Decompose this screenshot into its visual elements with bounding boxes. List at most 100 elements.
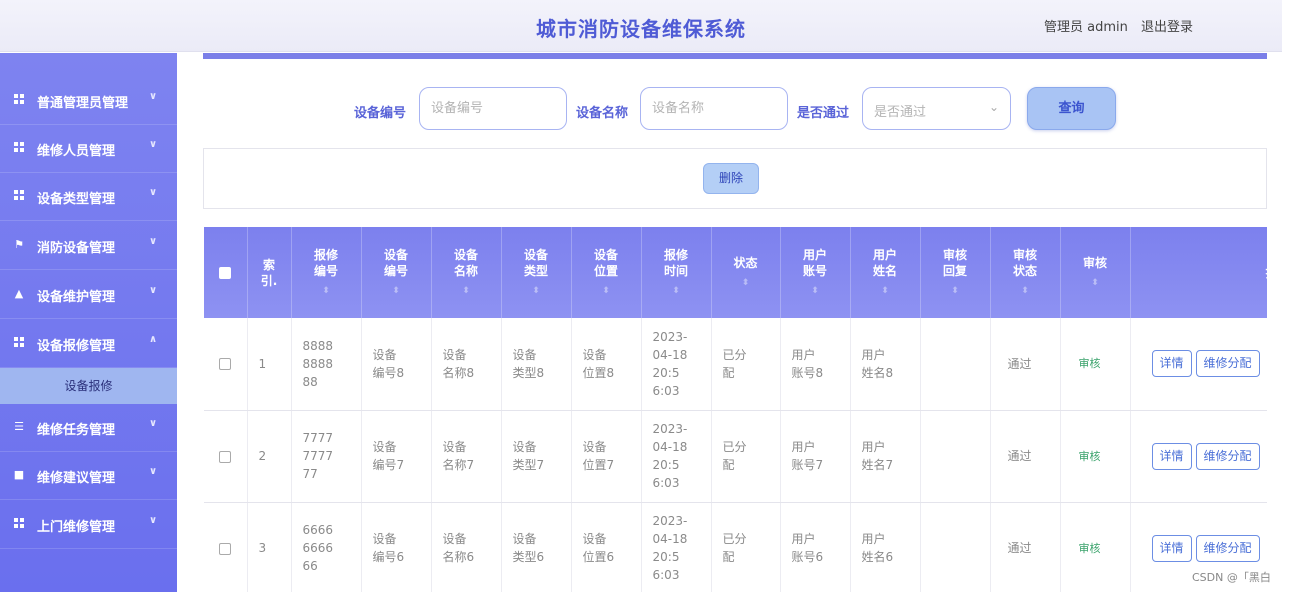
col-device-location[interactable]: 设备 位置 ⬍: [571, 227, 642, 318]
sort-icon[interactable]: ⬍: [921, 283, 990, 299]
sidebar-item-label: 设备类型管理: [37, 192, 116, 207]
logout-link[interactable]: 退出登录: [1141, 16, 1193, 35]
detail-button[interactable]: 详情: [1151, 534, 1192, 562]
col-report-no[interactable]: 报修 编号 ⬍: [291, 227, 362, 318]
col-audit-reply[interactable]: 审核 回复 ⬍: [920, 227, 991, 318]
chevron-down-icon: ∨: [149, 285, 158, 296]
detail-button[interactable]: 详情: [1151, 442, 1192, 470]
table-row: 3 6666 6666 66 设备 编号6 设备 名称6 设备 类型6 设备 位…: [204, 502, 1267, 592]
sort-icon[interactable]: ⬍: [432, 283, 501, 299]
cell-user-name: 用户 姓名8: [850, 318, 921, 411]
cell-audit-reply: [920, 410, 991, 503]
sort-icon[interactable]: ⬍: [851, 283, 920, 299]
sidebar-item-admin-management[interactable]: 普通管理员管理 ∨: [0, 77, 177, 125]
sidebar-item-repair-reports[interactable]: 设备报修管理 ∧: [0, 320, 177, 368]
select-all-header: [204, 227, 248, 318]
assign-repair-button[interactable]: 维修分配: [1195, 442, 1260, 470]
cell-index: 2: [247, 410, 292, 503]
device-no-input[interactable]: [419, 87, 567, 130]
delete-button[interactable]: 删除: [703, 163, 759, 194]
cell-operations: 详情 维修分配: [1130, 410, 1267, 503]
cell-user-account: 用户 账号6: [780, 502, 851, 592]
select-all-checkbox[interactable]: [219, 267, 232, 279]
detail-button[interactable]: 详情: [1151, 350, 1192, 378]
grid-icon: [13, 94, 25, 106]
table-row: 1 8888 8888 88 设备 编号8 设备 名称8 设备 类型8 设备 位…: [204, 318, 1267, 411]
sidebar-item-repair-suggestions[interactable]: ■ 维修建议管理 ∨: [0, 452, 177, 500]
row-checkbox[interactable]: [219, 358, 232, 371]
audit-link[interactable]: 审核: [1079, 357, 1101, 370]
sidebar-item-onsite-repair[interactable]: 上门维修管理 ∨: [0, 501, 177, 549]
app-header: 城市消防设备维保系统 管理员 admin 退出登录: [0, 0, 1282, 52]
cell-report-no: 7777 7777 77: [291, 410, 362, 503]
col-label: 报修 时间: [663, 247, 688, 278]
sort-icon[interactable]: ⬍: [991, 283, 1060, 299]
cell-operations: 详情 维修分配: [1130, 318, 1267, 411]
col-label: 报修 编号: [313, 247, 338, 278]
query-button[interactable]: 查询: [1027, 87, 1116, 130]
table-header-row: 索 引. 报修 编号 ⬍ 设备 编号 ⬍ 设备 名称 ⬍ 设备 类型 ⬍ 设备 位置 ⬍ …: [204, 227, 1267, 318]
assign-repair-button[interactable]: 维修分配: [1195, 350, 1260, 378]
chevron-down-icon: ∨: [149, 91, 158, 102]
col-index: 索 引.: [247, 227, 292, 318]
sort-icon[interactable]: ⬍: [1061, 275, 1130, 291]
passed-select[interactable]: 是否通过 ⌄: [862, 87, 1011, 130]
sidebar-subitem-device-repair[interactable]: 设备报修: [0, 368, 177, 404]
sort-icon[interactable]: ⬍: [502, 283, 571, 299]
sidebar-item-label: 设备维护管理: [37, 290, 116, 305]
sort-icon[interactable]: ⬍: [712, 275, 780, 291]
col-audit-status[interactable]: 审核 状态 ⬍: [990, 227, 1061, 318]
sort-icon[interactable]: ⬍: [572, 283, 641, 299]
row-checkbox[interactable]: [219, 450, 232, 463]
row-select-cell: [204, 502, 248, 592]
col-report-time[interactable]: 报修 时间 ⬍: [641, 227, 712, 318]
sidebar-item-device-maintenance[interactable]: ▲ 设备维护管理 ∨: [0, 271, 177, 319]
col-user-name[interactable]: 用户 姓名 ⬍: [850, 227, 921, 318]
sort-icon[interactable]: ⬍: [362, 283, 431, 299]
cell-user-account: 用户 账号8: [780, 318, 851, 411]
watermark: CSDN @「黑白: [1192, 571, 1271, 584]
assign-repair-button[interactable]: 维修分配: [1195, 534, 1260, 562]
cell-status: 已分 配: [711, 410, 781, 503]
sidebar-item-repair-tasks[interactable]: ☰ 维修任务管理 ∨: [0, 404, 177, 452]
col-user-account[interactable]: 用户 账号 ⬍: [780, 227, 851, 318]
row-checkbox[interactable]: [219, 542, 232, 555]
sliders-icon: ☰: [14, 420, 24, 433]
cell-index: 1: [247, 318, 292, 411]
cell-status: 已分 配: [711, 502, 781, 592]
user-icon: ▲: [14, 287, 24, 300]
cell-report-no: 6666 6666 66: [291, 502, 362, 592]
audit-link[interactable]: 审核: [1079, 542, 1101, 555]
device-name-input[interactable]: [640, 87, 788, 130]
sidebar-item-repair-staff[interactable]: 维修人员管理 ∨: [0, 125, 177, 173]
col-label: 审核: [1082, 255, 1107, 270]
audit-link[interactable]: 审核: [1079, 450, 1101, 463]
col-status[interactable]: 状态 ⬍: [711, 227, 781, 318]
sort-icon[interactable]: ⬍: [292, 283, 361, 299]
col-label: 设备 类型: [523, 247, 548, 278]
cell-device-location: 设备 位置8: [571, 318, 642, 411]
sidebar: 普通管理员管理 ∨ 维修人员管理 ∨ 设备类型管理 ∨ ⚑ 消防设备管理 ∨ ▲…: [0, 53, 177, 592]
cell-device-type: 设备 类型8: [501, 318, 572, 411]
col-audit[interactable]: 审核 ⬍: [1060, 227, 1131, 318]
passed-select-placeholder: 是否通过: [874, 105, 927, 120]
cell-user-name: 用户 姓名7: [850, 410, 921, 503]
sort-icon[interactable]: ⬍: [781, 283, 850, 299]
cell-audit-status: 通过: [990, 410, 1061, 503]
sort-icon[interactable]: ⬍: [642, 283, 711, 299]
cell-device-location: 设备 位置6: [571, 502, 642, 592]
sidebar-item-device-types[interactable]: 设备类型管理 ∨: [0, 173, 177, 221]
col-device-type[interactable]: 设备 类型 ⬍: [501, 227, 572, 318]
sidebar-item-label: 维修人员管理: [37, 144, 116, 159]
col-device-name[interactable]: 设备 名称 ⬍: [431, 227, 502, 318]
col-device-no[interactable]: 设备 编号 ⬍: [361, 227, 432, 318]
col-index-label: 索 引.: [260, 257, 278, 288]
briefcase-icon: ■: [13, 468, 25, 481]
col-label: 用户 姓名: [872, 247, 897, 278]
cell-device-type: 设备 类型6: [501, 502, 572, 592]
repair-table: 索 引. 报修 编号 ⬍ 设备 编号 ⬍ 设备 名称 ⬍ 设备 类型 ⬍ 设备 位置 ⬍ …: [204, 227, 1267, 592]
cell-audit-status: 通过: [990, 502, 1061, 592]
sidebar-item-fire-equipment[interactable]: ⚑ 消防设备管理 ∨: [0, 222, 177, 270]
cell-audit-reply: [920, 502, 991, 592]
chevron-down-icon: ⌄: [989, 100, 1000, 114]
